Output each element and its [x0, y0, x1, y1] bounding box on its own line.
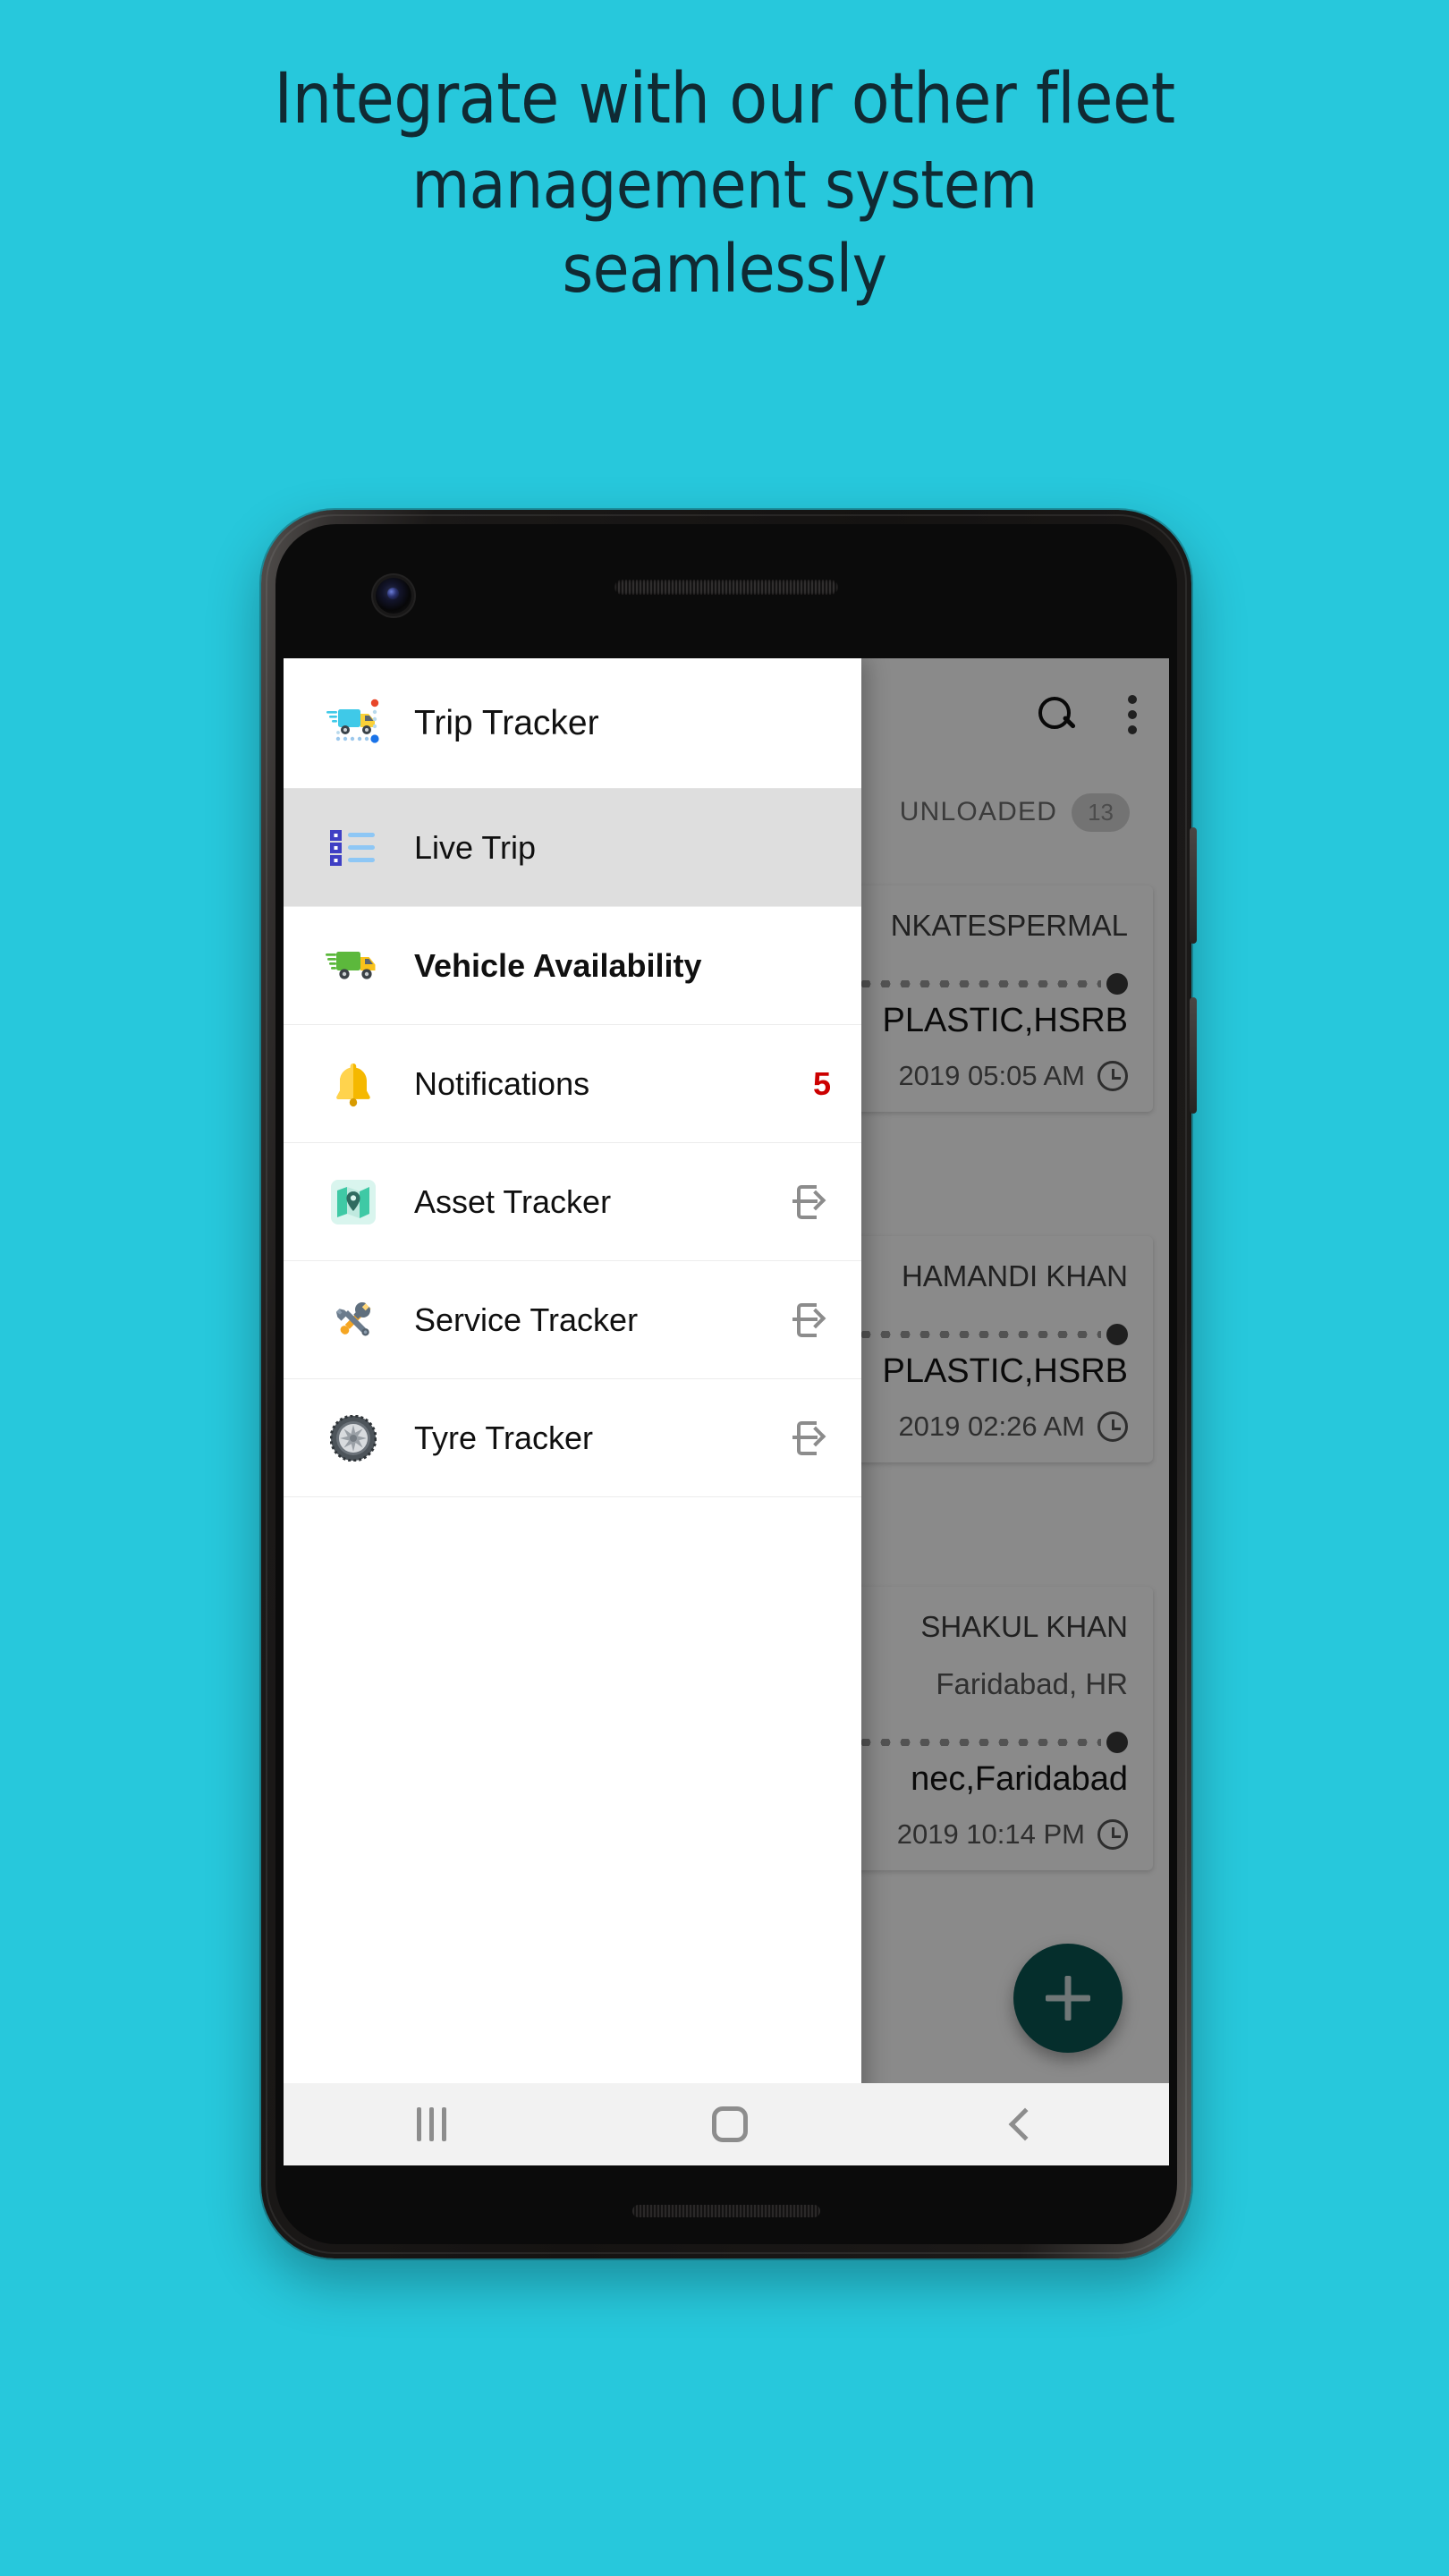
earpiece-speaker — [614, 580, 838, 595]
notifications-badge: 5 — [812, 1064, 831, 1102]
tyre-wheel-icon — [310, 1414, 396, 1462]
home-icon[interactable] — [711, 2106, 748, 2142]
drawer-item-asset-tracker[interactable]: Asset Tracker — [284, 1143, 861, 1261]
drawer-item-label: Live Trip — [414, 828, 537, 866]
back-icon[interactable] — [1008, 2107, 1041, 2141]
drawer-item-label: Vehicle Availability — [414, 946, 702, 984]
drawer-item-label: Tyre Tracker — [414, 1419, 594, 1456]
recent-apps-icon[interactable] — [416, 2107, 446, 2141]
drawer-header: Trip Tracker — [284, 658, 861, 789]
open-external-icon[interactable] — [792, 1182, 831, 1222]
drawer-item-live-trip[interactable]: Live Trip — [284, 789, 861, 907]
drawer-item-notifications[interactable]: Notifications 5 — [284, 1025, 861, 1143]
delivery-truck-tracking-icon — [310, 699, 396, 749]
phone-device-mockup: UNLOADED 13 NKATESPERMAL PLASTIC,HSRB 20… — [261, 510, 1197, 2258]
page-headline: Integrate with our other fleet managemen… — [0, 64, 1449, 320]
drawer-title: Trip Tracker — [414, 703, 599, 742]
drawer-item-label: Service Tracker — [414, 1301, 639, 1338]
bottom-speaker — [632, 2205, 820, 2217]
headline-line-1: Integrate with our other fleet — [274, 59, 1175, 140]
drawer-item-label: Asset Tracker — [414, 1182, 612, 1220]
drawer-item-vehicle-availability[interactable]: Vehicle Availability — [284, 907, 861, 1025]
bell-icon — [310, 1061, 396, 1107]
volume-button[interactable] — [1190, 997, 1197, 1114]
app-screen: UNLOADED 13 NKATESPERMAL PLASTIC,HSRB 20… — [284, 658, 1169, 2165]
drawer-item-service-tracker[interactable]: Service Tracker — [284, 1261, 861, 1379]
navigation-drawer: Trip Tracker Live Trip Vehicle Availabil… — [284, 658, 861, 2165]
map-location-icon — [310, 1179, 396, 1225]
tools-wrench-icon — [310, 1297, 396, 1343]
phone-screen-bezel: UNLOADED 13 NKATESPERMAL PLASTIC,HSRB 20… — [275, 524, 1177, 2244]
drawer-item-label: Notifications — [414, 1064, 590, 1102]
headline-line-3: seamlessly — [562, 231, 887, 308]
list-view-icon — [310, 828, 396, 868]
green-truck-icon — [310, 946, 396, 986]
open-external-icon[interactable] — [792, 1419, 831, 1458]
headline-line-2: management system — [411, 147, 1038, 224]
drawer-item-tyre-tracker[interactable]: Tyre Tracker — [284, 1379, 861, 1497]
open-external-icon[interactable] — [792, 1301, 831, 1340]
power-button[interactable] — [1190, 827, 1197, 944]
android-navigation-bar — [284, 2083, 1169, 2165]
front-camera — [376, 578, 411, 614]
drawer-empty-space — [284, 1497, 861, 2165]
